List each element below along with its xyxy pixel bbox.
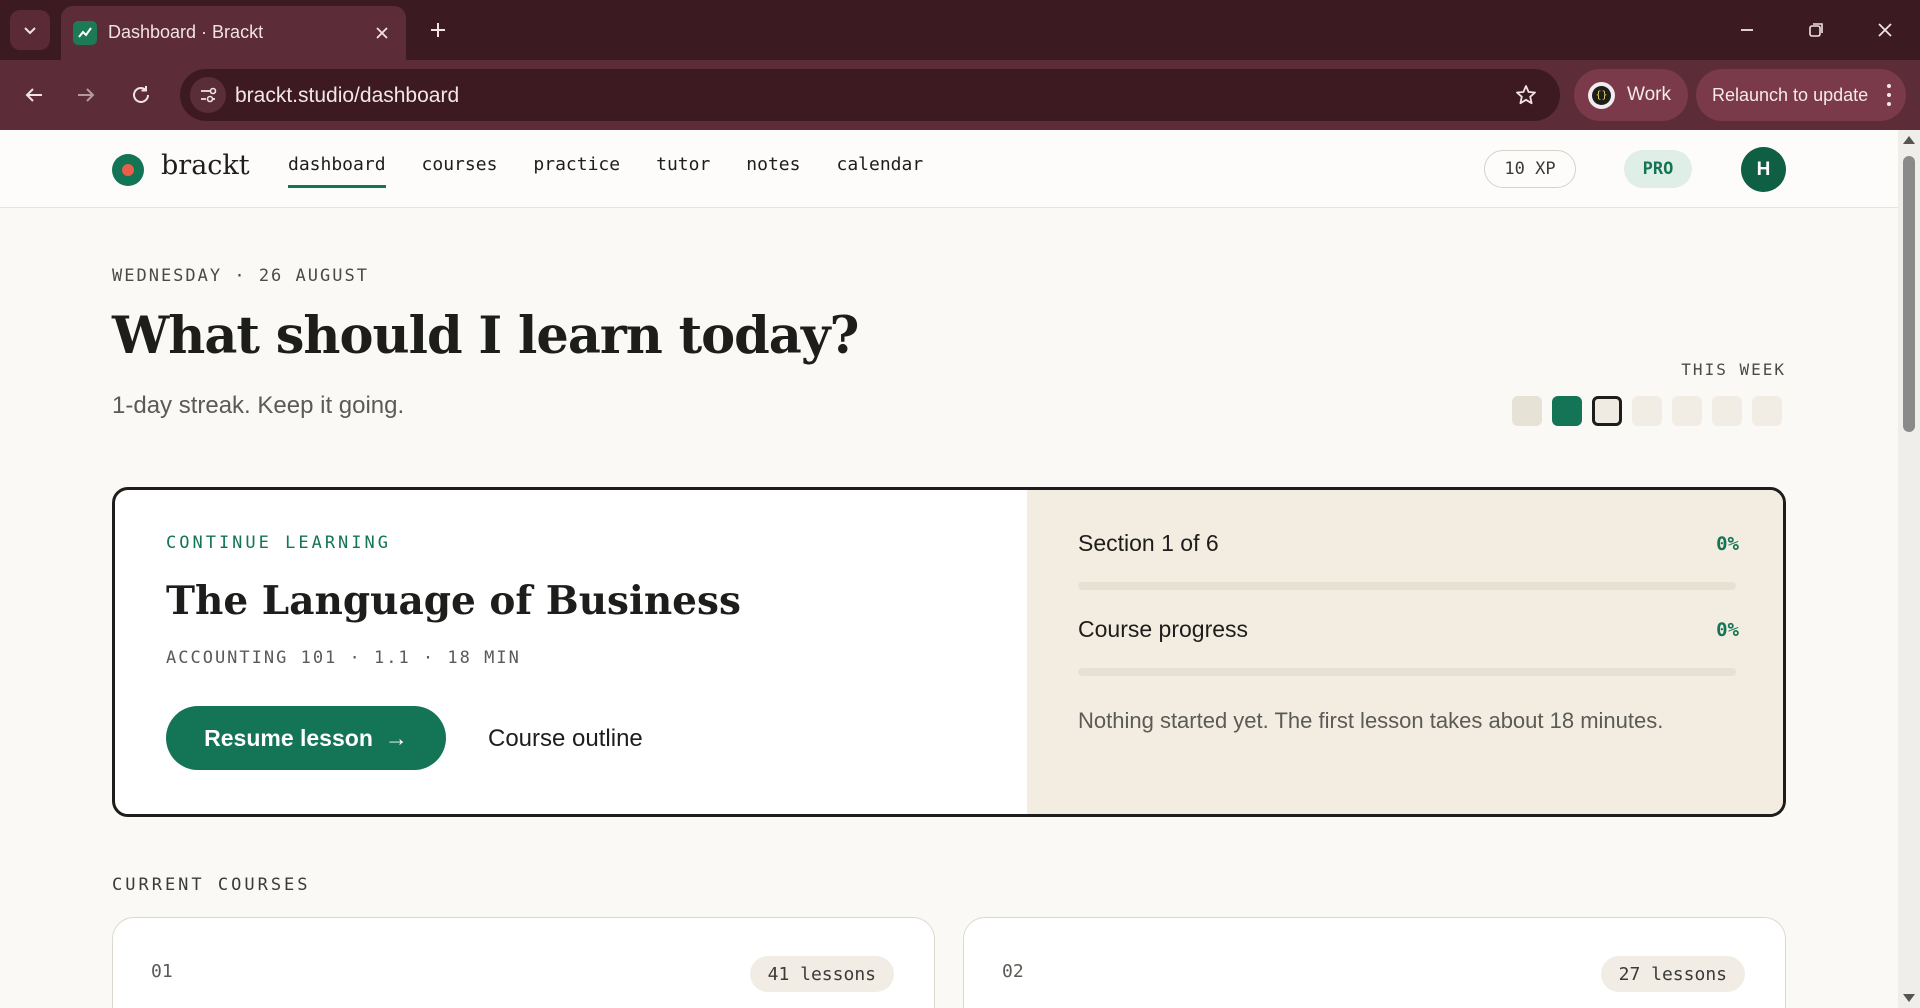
course-title[interactable]: The Language of Business: [166, 578, 741, 624]
section-progress-value: 0%: [1716, 533, 1739, 555]
tab-search-button[interactable]: [10, 10, 50, 50]
address-bar[interactable]: brackt.studio/dashboard: [180, 69, 1560, 121]
tab-title: Dashboard · Brackt: [108, 22, 264, 42]
forward-arrow-icon: [78, 88, 95, 102]
course-meta: ACCOUNTING 101 · 1.1 · 18 MIN: [166, 648, 521, 668]
arrow-right-icon: →: [384, 724, 408, 751]
week-day-1: [1512, 396, 1542, 426]
course-outline-link[interactable]: Course outline: [488, 725, 643, 753]
profile-avatar-icon: {}: [1588, 82, 1615, 109]
kebab-menu-icon[interactable]: [1884, 81, 1894, 109]
continue-card-main: CONTINUE LEARNING The Language of Busine…: [115, 490, 1027, 814]
relaunch-button[interactable]: Relaunch to update: [1696, 69, 1906, 121]
page-viewport: brackt dashboard courses practice tutor note…: [0, 130, 1898, 1008]
xp-badge[interactable]: 10 XP: [1484, 150, 1576, 188]
minimize-button[interactable]: [1725, 10, 1769, 50]
week-label: THIS WEEK: [1681, 360, 1786, 379]
site-info-icon[interactable]: [190, 77, 226, 113]
week-day-5: [1672, 396, 1702, 426]
scroll-thumb[interactable]: [1903, 156, 1915, 432]
page-scrollbar[interactable]: [1898, 130, 1920, 1008]
logo-icon[interactable]: [112, 154, 144, 186]
lessons-count-badge: 41 lessons: [749, 956, 894, 992]
nav-item-notes[interactable]: notes: [746, 154, 800, 188]
back-arrow-icon: [25, 88, 42, 102]
continue-eyebrow: CONTINUE LEARNING: [166, 533, 391, 553]
close-icon[interactable]: [370, 21, 394, 45]
nav-item-tutor[interactable]: tutor: [656, 154, 710, 188]
close-window-button[interactable]: [1863, 10, 1907, 50]
progress-panel: Section 1 of 6 0% Course progress 0% Not…: [1027, 490, 1783, 814]
nav-item-calendar[interactable]: calendar: [836, 154, 923, 188]
course-progress-value: 0%: [1716, 619, 1739, 641]
restore-icon: [1809, 23, 1823, 37]
url-text[interactable]: brackt.studio/dashboard: [235, 84, 459, 108]
profile-icon-text: {}: [1592, 86, 1611, 105]
resume-lesson-button[interactable]: Resume lesson →: [166, 706, 446, 770]
week-day-7: [1752, 396, 1782, 426]
week-day-6: [1712, 396, 1742, 426]
main-nav: dashboard courses practice tutor notes calend…: [288, 154, 923, 188]
section-progress-bar: [1078, 582, 1736, 590]
course-card[interactable]: 02 27 lessons: [963, 917, 1786, 1008]
browser-tab-bar: Dashboard · Brackt: [0, 0, 1920, 60]
reload-button[interactable]: [121, 75, 161, 115]
continue-learning-card: CONTINUE LEARNING The Language of Busine…: [112, 487, 1786, 817]
avatar[interactable]: H: [1741, 147, 1786, 192]
course-number: 01: [151, 961, 173, 982]
current-courses-heading: CURRENT COURSES: [112, 875, 311, 895]
star-icon[interactable]: [1512, 81, 1540, 109]
week-day-4: [1632, 396, 1662, 426]
profile-button[interactable]: {} Work: [1574, 69, 1688, 121]
scroll-down-icon[interactable]: [1903, 994, 1915, 1002]
browser-tab-active[interactable]: Dashboard · Brackt: [61, 6, 406, 60]
close-window-icon: [1878, 23, 1892, 37]
course-progress-bar: [1078, 668, 1736, 676]
logo-text[interactable]: brackt: [161, 150, 250, 181]
favicon-chart-icon: [73, 21, 97, 45]
progress-note: Nothing started yet. The first lesson ta…: [1078, 708, 1664, 733]
back-button[interactable]: [14, 75, 54, 115]
nav-item-practice[interactable]: practice: [533, 154, 620, 188]
week-day-3: [1592, 396, 1622, 426]
section-progress-label: Section 1 of 6: [1078, 530, 1219, 556]
resume-lesson-label: Resume lesson: [204, 724, 373, 751]
course-number: 02: [1002, 961, 1024, 982]
week-day-2: [1552, 396, 1582, 426]
streak-text: 1-day streak. Keep it going.: [112, 392, 405, 419]
page-title: What should I learn today?: [112, 306, 859, 366]
restore-button[interactable]: [1794, 10, 1838, 50]
relaunch-label: Relaunch to update: [1712, 85, 1869, 105]
browser-toolbar: brackt.studio/dashboard {} Work Relaunch…: [0, 60, 1920, 130]
course-progress-label: Course progress: [1078, 616, 1249, 642]
nav-item-courses[interactable]: courses: [422, 154, 498, 188]
lessons-count-badge: 27 lessons: [1600, 956, 1745, 992]
course-card[interactable]: 01 41 lessons: [112, 917, 935, 1008]
reload-icon: [133, 86, 149, 103]
date-line: WEDNESDAY · 26 AUGUST: [112, 266, 369, 286]
forward-button[interactable]: [66, 75, 106, 115]
app-header: brackt dashboard courses practice tutor note…: [0, 130, 1898, 208]
week-streak-tracker: [1512, 396, 1782, 426]
scroll-up-icon[interactable]: [1903, 136, 1915, 144]
profile-label: Work: [1627, 84, 1671, 105]
plus-icon: [431, 23, 445, 37]
plan-badge[interactable]: PRO: [1624, 150, 1692, 188]
minimize-icon: [1741, 29, 1753, 31]
chevron-down-icon: [24, 27, 36, 35]
nav-item-dashboard[interactable]: dashboard: [288, 154, 386, 188]
new-tab-button[interactable]: [420, 12, 456, 48]
